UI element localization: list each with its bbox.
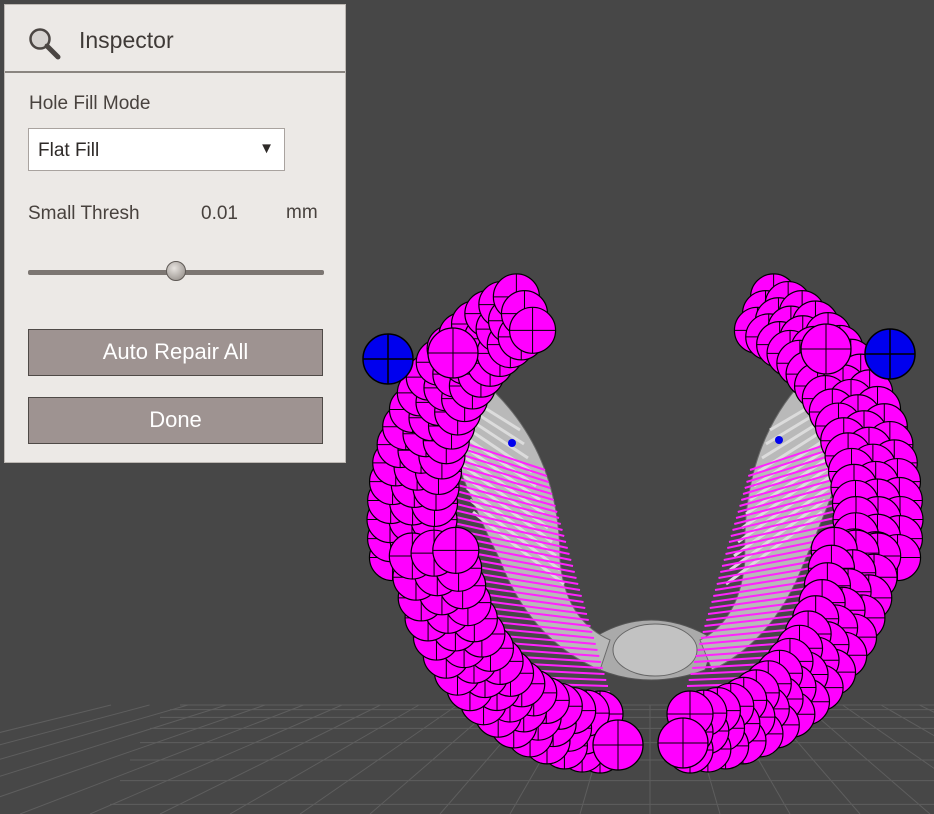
inspector-header: Inspector [5,5,345,73]
small-thresh-unit: mm [286,202,318,223]
mesh-center-blob [612,623,698,677]
vertex-marker-right [775,436,783,444]
done-button[interactable]: Done [28,397,323,444]
auto-repair-all-button[interactable]: Auto Repair All [28,329,323,376]
hole-fill-mode-select[interactable]: Flat Fill ▼ [28,128,285,171]
boundary-marker-left[interactable] [362,333,414,385]
boundary-marker-right[interactable] [864,328,916,380]
small-thresh-value: 0.01 [201,203,238,224]
inspector-panel: Inspector Hole Fill Mode Flat Fill ▼ Sma… [4,4,346,463]
small-thresh-label: Small Thresh [28,203,140,224]
chevron-down-icon: ▼ [259,140,274,157]
inspector-title: Inspector [79,27,174,53]
vertex-marker-left [508,439,516,447]
search-icon [29,28,61,60]
hole-fill-mode-label: Hole Fill Mode [29,93,151,114]
slider-thumb[interactable] [166,261,186,281]
hole-fill-mode-value: Flat Fill [38,140,100,161]
small-thresh-slider[interactable] [28,260,324,284]
